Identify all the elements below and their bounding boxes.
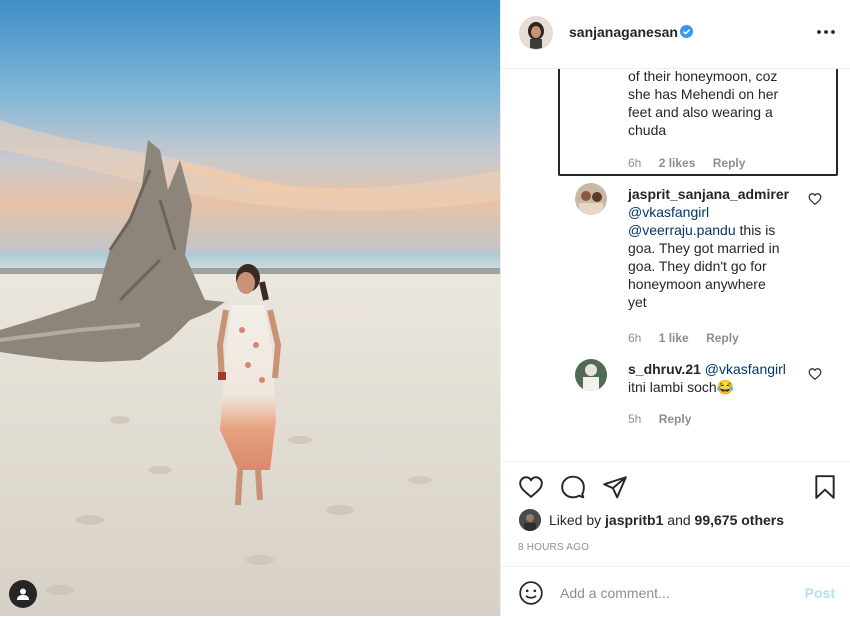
liker-avatar[interactable] — [519, 509, 541, 531]
post-comment-button[interactable]: Post — [805, 585, 835, 601]
comment-text: itni lambi soch😂 — [628, 379, 735, 395]
comment-time[interactable]: 6h — [628, 156, 641, 170]
post-time-ago[interactable]: 8 HOURS AGO — [518, 542, 589, 553]
comment-meta: 6h 2 likes Reply — [628, 156, 759, 170]
comment-line: honeymoon anywhere — [628, 276, 766, 292]
emoji-icon[interactable] — [518, 580, 544, 606]
comment-reply-button[interactable]: Reply — [706, 331, 739, 345]
comment-line: goa. They didn't go for — [628, 258, 767, 274]
add-comment-bar: Add a comment... Post — [501, 566, 850, 617]
comments-list: of their honeymoon, coz she has Mehendi … — [501, 69, 850, 461]
liked-by-mid: and — [667, 512, 691, 528]
tagged-user-icon[interactable] — [9, 580, 37, 608]
comment-line: feet and also wearing a — [628, 104, 773, 120]
commenter-username[interactable]: jasprit_sanjana_admirer — [628, 186, 789, 202]
like-comment-heart-icon[interactable] — [808, 367, 822, 381]
mention-link[interactable]: @vkasfangirl — [628, 204, 709, 220]
comment-meta: 6h 1 like Reply — [628, 331, 753, 345]
comment-meta: 5h Reply — [628, 412, 705, 426]
liked-by-prefix: Liked by — [549, 512, 602, 528]
mention-link[interactable]: @veerraju.pandu — [628, 222, 736, 238]
verified-badge-icon — [680, 25, 693, 38]
liked-by-count[interactable]: 99,675 others — [695, 512, 785, 528]
share-paper-plane-icon[interactable] — [602, 474, 628, 500]
author-avatar[interactable] — [519, 16, 553, 50]
comment-line: she has Mehendi on her — [628, 86, 779, 102]
comment-likes[interactable]: 2 likes — [659, 156, 696, 170]
comment-line: @vkasfangirl — [628, 203, 709, 221]
comment-line: jasprit_sanjana_admirer — [628, 185, 789, 203]
commenter-avatar[interactable] — [575, 183, 607, 215]
comment-line: yet — [628, 294, 647, 310]
comment-reply-button[interactable]: Reply — [713, 156, 746, 170]
beach-photo — [0, 0, 500, 616]
like-comment-heart-icon[interactable] — [808, 192, 822, 206]
comment-bubble-icon[interactable] — [560, 474, 586, 500]
liked-by-user[interactable]: jaspritb1 — [605, 512, 663, 528]
more-options-icon[interactable] — [815, 22, 837, 42]
comment-likes[interactable]: 1 like — [659, 331, 689, 345]
commenter-avatar[interactable] — [575, 359, 607, 391]
comment-text: this is — [735, 222, 776, 238]
comment-input[interactable]: Add a comment... — [560, 585, 670, 601]
post-actions: Liked by jaspritb1 and 99,675 others 8 H… — [501, 461, 850, 617]
comment-time[interactable]: 6h — [628, 331, 641, 345]
comment-line: goa. They got married in — [628, 240, 780, 256]
save-bookmark-icon[interactable] — [812, 474, 838, 500]
comment-line: s_dhruv.21 @vkasfangirl — [628, 360, 786, 378]
post-photo[interactable] — [0, 0, 500, 616]
comment-line: @veerraju.pandu this is — [628, 221, 775, 239]
liked-by: Liked by jaspritb1 and 99,675 others — [519, 509, 784, 531]
comment-line: of their honeymoon, coz — [628, 69, 778, 84]
comment-time[interactable]: 5h — [628, 412, 641, 426]
comment-line: chuda — [628, 122, 667, 138]
like-heart-icon[interactable] — [518, 474, 544, 500]
post-sidebar: sanjanaganesan of their honeymoon, coz s… — [500, 0, 850, 616]
author-username[interactable]: sanjanaganesan — [569, 24, 678, 40]
comment-reply-button[interactable]: Reply — [659, 412, 692, 426]
mention-link[interactable]: @vkasfangirl — [705, 361, 786, 377]
commenter-username[interactable]: s_dhruv.21 — [628, 361, 701, 377]
post-header: sanjanaganesan — [501, 0, 850, 69]
